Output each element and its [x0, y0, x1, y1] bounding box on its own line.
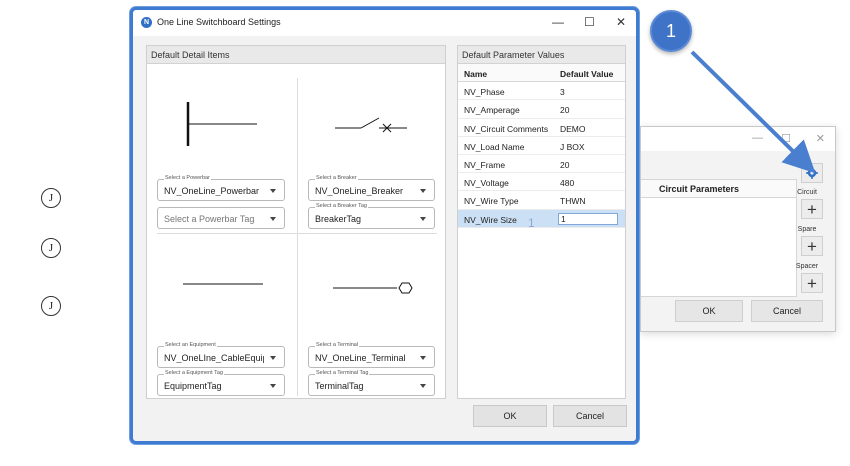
parameter-name: NV_Wire Size: [464, 214, 517, 225]
chevron-down-icon: [420, 384, 426, 388]
junction-box-symbol: J: [41, 238, 61, 258]
column-header-name: Name: [464, 69, 488, 79]
maximize-icon[interactable]: ☐: [584, 15, 595, 29]
powerbar-select-value: NV_OneLine_Powerbar: [164, 186, 260, 196]
table-row[interactable]: NV_Phase 3: [458, 82, 625, 101]
terminal-select[interactable]: Select a Terminal NV_OneLine_Terminal: [308, 342, 435, 368]
spare-label: Spare: [797, 226, 817, 233]
powerbar-tag-select[interactable]: Select a Powerbar Tag: [157, 207, 285, 229]
vertical-divider: [297, 78, 298, 396]
breaker-select[interactable]: Select a Breaker NV_OneLine_Breaker: [308, 175, 435, 201]
table-row[interactable]: NV_Amperage 20: [458, 100, 625, 119]
table-row[interactable]: NV_Wire Size 1 1: [458, 209, 625, 230]
cancel-button[interactable]: Cancel: [553, 405, 627, 427]
table-row[interactable]: NV_Circuit Comments DEMO: [458, 119, 625, 137]
table-header-row: Name Default Value: [458, 64, 625, 83]
background-cancel-button[interactable]: Cancel: [751, 300, 823, 322]
parameter-value-input[interactable]: 1: [558, 212, 618, 225]
equipment-select[interactable]: Select an Equipment NV_OneLIne_CableEqui…: [157, 342, 285, 368]
equipment-symbol-icon: [183, 283, 263, 285]
powerbar-symbol-icon: [186, 102, 257, 146]
breaker-tag-select[interactable]: Select a Breaker Tag BreakerTag: [308, 203, 435, 229]
chevron-down-icon: [270, 189, 276, 193]
chevron-down-icon: [420, 217, 426, 221]
chevron-down-icon: [270, 217, 276, 221]
parameter-value: DEMO: [560, 123, 586, 134]
ok-button[interactable]: OK: [473, 405, 547, 427]
powerbar-select[interactable]: Select a Powerbar NV_OneLine_Powerbar: [157, 175, 285, 201]
dialog-title-bar: N One Line Switchboard Settings — ☐ ✕: [133, 10, 636, 36]
parameter-value: THWN: [560, 196, 586, 207]
junction-box-symbol: J: [41, 188, 61, 208]
horizontal-divider: [157, 233, 437, 234]
equipment-select-value: NV_OneLIne_CableEquipm: [164, 353, 264, 363]
close-icon[interactable]: ✕: [616, 15, 626, 29]
equipment-tag-legend: Select a Equipment Tag: [164, 370, 224, 377]
chevron-down-icon: [270, 384, 276, 388]
terminal-select-legend: Select a Terminal: [315, 342, 360, 349]
equipment-select-legend: Select an Equipment: [164, 342, 217, 349]
terminal-symbol-icon: [333, 282, 413, 294]
circuit-parameters-panel: Circuit Parameters: [641, 179, 797, 297]
parameter-name: NV_Amperage: [464, 105, 520, 116]
overlay-digit: 1: [528, 215, 535, 230]
detail-items-panel: Default Detail Items Select a Powerbar N…: [146, 45, 446, 399]
detail-items-header: Default Detail Items: [147, 46, 445, 64]
add-spacer-button[interactable]: +: [801, 273, 823, 293]
parameter-value: 20: [560, 159, 570, 170]
app-logo-icon: N: [141, 17, 152, 28]
breaker-tag-value: BreakerTag: [315, 214, 362, 224]
spacer-label: Spacer: [795, 263, 819, 270]
junction-box-symbol: J: [41, 296, 61, 316]
parameter-name: NV_Circuit Comments: [464, 123, 549, 134]
minimize-icon[interactable]: —: [552, 15, 564, 29]
equipment-tag-value: EquipmentTag: [164, 381, 222, 391]
parameter-name: NV_Wire Type: [464, 196, 519, 207]
terminal-tag-select[interactable]: Select a Terminal Tag TerminalTag: [308, 370, 435, 396]
breaker-symbol-icon: [335, 117, 407, 133]
table-row[interactable]: NV_Wire Type THWN: [458, 191, 625, 210]
add-circuit-button[interactable]: +: [801, 199, 823, 219]
table-row[interactable]: NV_Voltage 480: [458, 173, 625, 192]
equipment-tag-select[interactable]: Select a Equipment Tag EquipmentTag: [157, 370, 285, 396]
background-ok-button[interactable]: OK: [675, 300, 743, 322]
parameter-name: NV_Frame: [464, 159, 506, 170]
breaker-select-value: NV_OneLine_Breaker: [315, 186, 404, 196]
parameter-value: 20: [560, 105, 570, 116]
breaker-select-legend: Select a Breaker: [315, 175, 358, 182]
parameter-value: 480: [560, 178, 575, 189]
powerbar-tag-placeholder: Select a Powerbar Tag: [164, 214, 255, 224]
callout-arrow: [690, 50, 816, 174]
circuit-label: Circuit: [797, 189, 817, 196]
dialog-title: One Line Switchboard Settings: [157, 17, 281, 27]
parameter-table: Name Default Value NV_Phase 3 NV_Amperage 2…: [458, 64, 625, 230]
parameter-values-header: Default Parameter Values: [458, 46, 625, 64]
column-header-default-value: Default Value: [560, 69, 614, 79]
chevron-down-icon: [420, 356, 426, 360]
powerbar-select-legend: Select a Powerbar: [164, 175, 211, 182]
breaker-tag-legend: Select a Breaker Tag: [315, 203, 368, 210]
parameter-values-panel: Default Parameter Values Name Default Va…: [457, 45, 626, 399]
step-callout-badge: 1: [650, 10, 692, 52]
parameter-value: J BOX: [560, 141, 585, 152]
add-spare-button[interactable]: +: [801, 236, 823, 256]
terminal-tag-value: TerminalTag: [315, 381, 364, 391]
chevron-down-icon: [270, 356, 276, 360]
parameter-name: NV_Phase: [464, 87, 505, 98]
parameter-value: 3: [560, 87, 565, 98]
parameter-name: NV_Load Name: [464, 141, 525, 152]
table-row[interactable]: NV_Frame 20: [458, 155, 625, 174]
terminal-select-value: NV_OneLine_Terminal: [315, 353, 406, 363]
chevron-down-icon: [420, 189, 426, 193]
switchboard-settings-dialog: N One Line Switchboard Settings — ☐ ✕ De…: [130, 7, 639, 444]
parameter-name: NV_Voltage: [464, 178, 509, 189]
table-row[interactable]: NV_Load Name J BOX: [458, 137, 625, 155]
terminal-tag-legend: Select a Terminal Tag: [315, 370, 370, 377]
